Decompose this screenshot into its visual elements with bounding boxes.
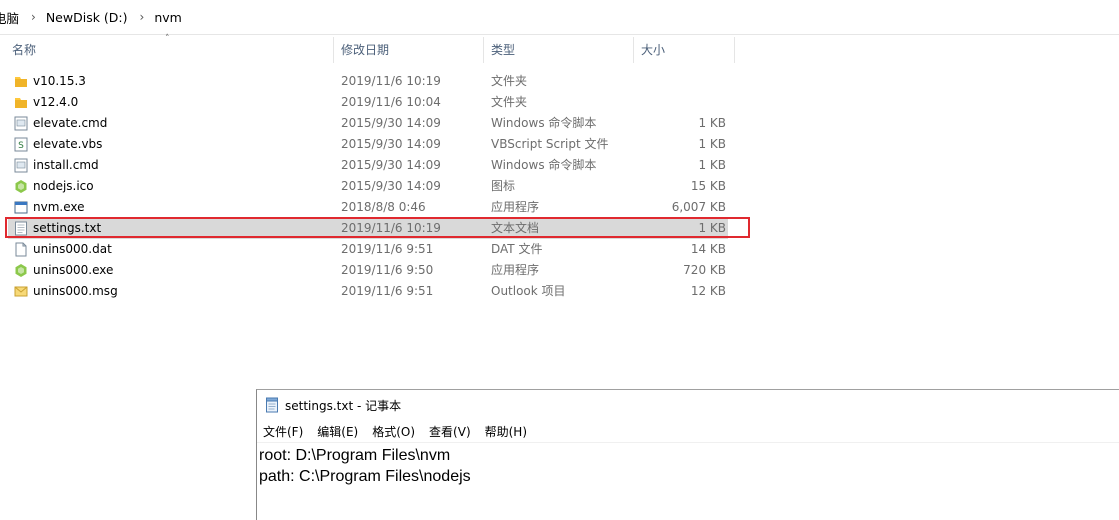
file-date: 2019/11/6 9:51: [341, 242, 434, 256]
folder-icon: [15, 77, 27, 87]
file-name: v10.15.3: [33, 74, 86, 88]
menu-format[interactable]: 格式(O): [372, 423, 415, 440]
file-date: 2015/9/30 14:09: [341, 158, 441, 172]
file-name: v12.4.0: [33, 95, 79, 109]
file-type: 图标: [491, 179, 516, 193]
file-size: 14 KB: [690, 242, 726, 256]
file-type: Outlook 项目: [491, 284, 566, 298]
chevron-right-icon[interactable]: ›: [21, 10, 44, 24]
file-name: nvm.exe: [33, 200, 85, 214]
file-type: Windows 命令脚本: [491, 116, 597, 130]
file-type: 文件夹: [491, 74, 528, 88]
column-header-type[interactable]: 类型: [484, 35, 633, 65]
notepad-titlebar[interactable]: settings.txt - 记事本: [257, 390, 1119, 420]
vbs-file-icon: S: [14, 137, 28, 152]
folder-icon: [15, 98, 27, 108]
file-date: 2019/11/6 9:51: [341, 284, 434, 298]
menu-view[interactable]: 查看(V): [429, 423, 471, 440]
column-header-date[interactable]: 修改日期: [334, 35, 483, 65]
column-divider[interactable]: [734, 37, 735, 63]
svg-text:S: S: [18, 141, 24, 151]
menu-help[interactable]: 帮助(H): [485, 423, 527, 440]
file-row[interactable]: elevate.cmd 2015/9/30 14:09 Windows 命令脚本…: [8, 113, 728, 134]
file-row[interactable]: v10.15.3 2019/11/6 10:19 文件夹: [8, 71, 728, 92]
nodejs-hexagon-icon: [15, 264, 27, 277]
file-row[interactable]: unins000.exe 2019/11/6 9:50 应用程序 720 KB: [8, 260, 728, 281]
file-name: nodejs.ico: [33, 179, 94, 193]
highlight-annotation: [5, 217, 750, 238]
breadcrumb: 电脑 › NewDisk (D:) › nvm: [0, 0, 1119, 35]
breadcrumb-item-pc[interactable]: 电脑: [0, 8, 21, 27]
notepad-icon: [266, 397, 278, 413]
cmd-file-icon: [14, 116, 28, 131]
file-row[interactable]: v12.4.0 2019/11/6 10:04 文件夹: [8, 92, 728, 113]
chevron-right-icon[interactable]: ›: [130, 10, 153, 24]
file-size: 1 KB: [698, 137, 726, 151]
mail-envelope-icon: [14, 286, 28, 297]
file-type: VBScript Script 文件: [491, 137, 609, 151]
file-size: 15 KB: [690, 179, 726, 193]
file-date: 2018/8/8 0:46: [341, 200, 426, 214]
file-name: unins000.exe: [33, 263, 114, 277]
column-header-size[interactable]: 大小: [634, 35, 734, 65]
file-date: 2015/9/30 14:09: [341, 179, 441, 193]
file-name: install.cmd: [33, 158, 99, 172]
breadcrumb-item-drive[interactable]: NewDisk (D:): [44, 10, 130, 25]
file-type: Windows 命令脚本: [491, 158, 597, 172]
file-date: 2019/11/6 10:19: [341, 74, 441, 88]
nodejs-hexagon-icon: [15, 180, 27, 193]
text-line-path: path: C:\Program Files\nodejs: [259, 468, 471, 485]
file-type: 应用程序: [491, 263, 540, 277]
file-row[interactable]: nodejs.ico 2015/9/30 14:09 图标 15 KB: [8, 176, 728, 197]
file-type: 应用程序: [491, 200, 540, 214]
text-line-root: root: D:\Program Files\nvm: [259, 447, 451, 464]
cmd-file-icon: [14, 158, 28, 173]
file-row[interactable]: unins000.msg 2019/11/6 9:51 Outlook 项目 1…: [8, 281, 728, 302]
column-header-name[interactable]: 名称: [5, 35, 332, 65]
file-row[interactable]: unins000.dat 2019/11/6 9:51 DAT 文件 14 KB: [8, 239, 728, 260]
file-date: 2015/9/30 14:09: [341, 116, 441, 130]
file-size: 1 KB: [698, 116, 726, 130]
file-row[interactable]: nvm.exe 2018/8/8 0:46 应用程序 6,007 KB: [8, 197, 728, 218]
file-size: 720 KB: [683, 263, 726, 277]
menu-file[interactable]: 文件(F): [263, 423, 303, 440]
exe-file-icon: [14, 201, 28, 214]
notepad-window: settings.txt - 记事本 文件(F) 编辑(E) 格式(O) 查看(…: [256, 389, 1119, 520]
file-name: unins000.dat: [33, 242, 112, 256]
notepad-title: settings.txt - 记事本: [285, 398, 402, 413]
notepad-text-area[interactable]: root: D:\Program Files\nvm path: C:\Prog…: [257, 443, 1119, 487]
file-name: unins000.msg: [33, 284, 118, 298]
file-date: 2015/9/30 14:09: [341, 137, 441, 151]
file-date: 2019/11/6 10:04: [341, 95, 441, 109]
file-size: 12 KB: [690, 284, 726, 298]
notepad-menubar: 文件(F) 编辑(E) 格式(O) 查看(V) 帮助(H): [257, 420, 1119, 443]
file-row[interactable]: S elevate.vbs 2015/9/30 14:09 VBScript S…: [8, 134, 728, 155]
file-size: 6,007 KB: [671, 200, 726, 214]
file-name: elevate.cmd: [33, 116, 108, 130]
breadcrumb-item-folder[interactable]: nvm: [152, 10, 184, 25]
blank-file-icon: [15, 242, 27, 257]
file-row[interactable]: install.cmd 2015/9/30 14:09 Windows 命令脚本…: [8, 155, 728, 176]
file-type: 文件夹: [491, 95, 528, 109]
file-name: elevate.vbs: [33, 137, 103, 151]
file-date: 2019/11/6 9:50: [341, 263, 434, 277]
file-type: DAT 文件: [491, 242, 543, 256]
file-size: 1 KB: [698, 158, 726, 172]
menu-edit[interactable]: 编辑(E): [317, 423, 358, 440]
